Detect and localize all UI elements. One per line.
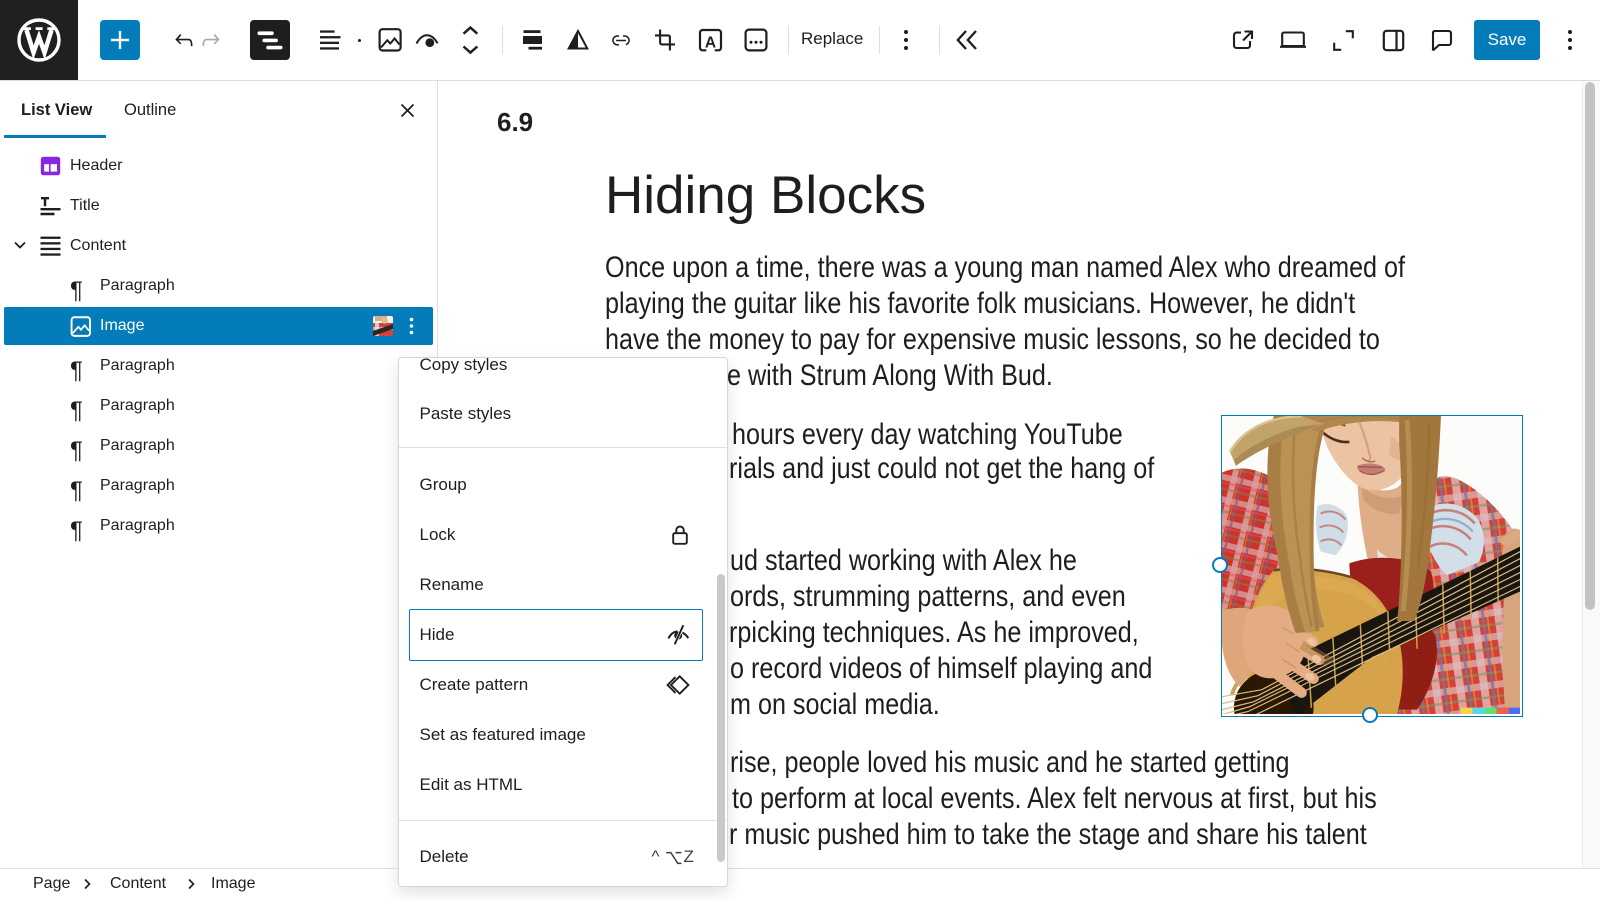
svg-text:A: A — [705, 35, 716, 52]
